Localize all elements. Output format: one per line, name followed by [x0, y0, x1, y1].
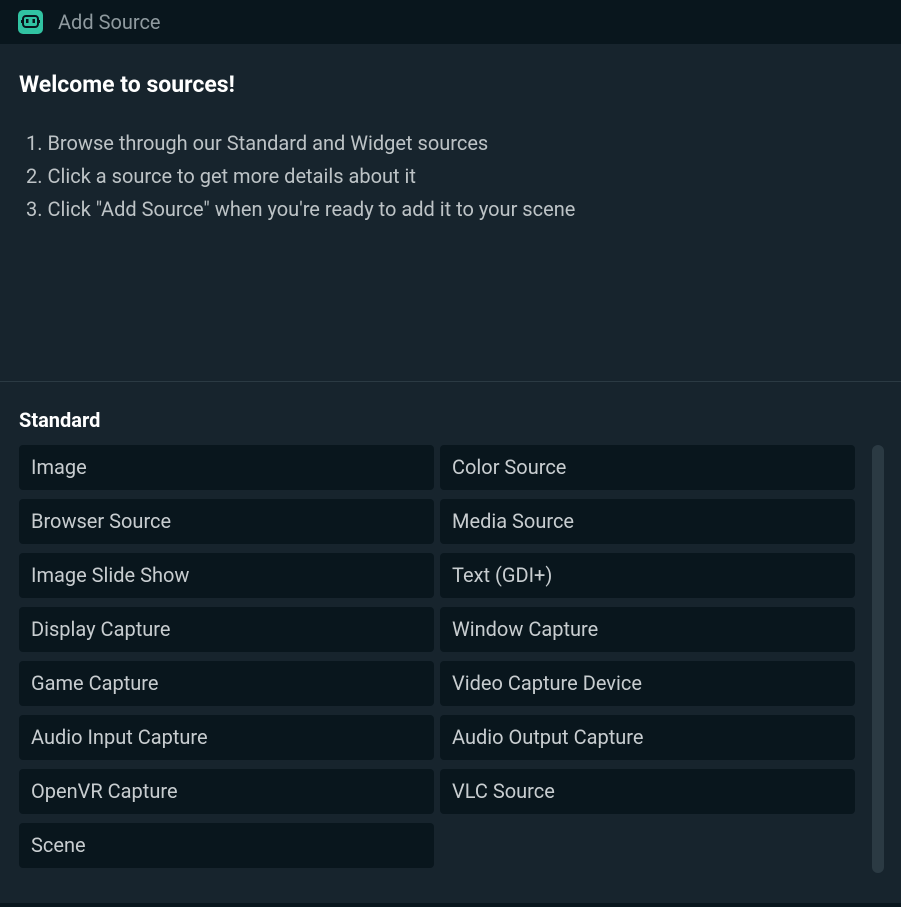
scrollbar-thumb[interactable]: [872, 445, 884, 873]
standard-heading: Standard: [19, 408, 101, 432]
source-display-capture-button[interactable]: Display Capture: [19, 607, 434, 652]
instruction-step: 1. Browse through our Standard and Widge…: [26, 131, 489, 155]
source-game-capture-button[interactable]: Game Capture: [19, 661, 434, 706]
source-scene-button[interactable]: Scene: [19, 823, 434, 868]
section-divider: [0, 381, 901, 382]
source-media-source-button[interactable]: Media Source: [440, 499, 855, 544]
add-source-window: Add Source Welcome to sources! 1. Browse…: [0, 0, 901, 907]
source-color-source-button[interactable]: Color Source: [440, 445, 855, 490]
source-text-gdi-button[interactable]: Text (GDI+): [440, 553, 855, 598]
source-audio-input-capture-button[interactable]: Audio Input Capture: [19, 715, 434, 760]
standard-sources-grid: Image Color Source Browser Source Media …: [19, 445, 855, 868]
source-openvr-capture-button[interactable]: OpenVR Capture: [19, 769, 434, 814]
source-browser-source-button[interactable]: Browser Source: [19, 499, 434, 544]
instruction-step: 2. Click a source to get more details ab…: [26, 164, 416, 188]
scrollbar[interactable]: [872, 445, 884, 873]
source-image-slide-show-button[interactable]: Image Slide Show: [19, 553, 434, 598]
instructions-list: 1. Browse through our Standard and Widge…: [26, 127, 575, 226]
instruction-step: 3. Click "Add Source" when you're ready …: [26, 197, 576, 221]
source-audio-output-capture-button[interactable]: Audio Output Capture: [440, 715, 855, 760]
bottom-border: [0, 903, 901, 907]
source-video-capture-device-button[interactable]: Video Capture Device: [440, 661, 855, 706]
source-vlc-source-button[interactable]: VLC Source: [440, 769, 855, 814]
window-title: Add Source: [58, 10, 161, 34]
streamlabs-robot-icon: [18, 10, 43, 34]
welcome-heading: Welcome to sources!: [19, 71, 235, 98]
source-window-capture-button[interactable]: Window Capture: [440, 607, 855, 652]
source-image-button[interactable]: Image: [19, 445, 434, 490]
welcome-section: Welcome to sources! 1. Browse through ou…: [0, 44, 901, 381]
title-bar: Add Source: [0, 0, 901, 44]
